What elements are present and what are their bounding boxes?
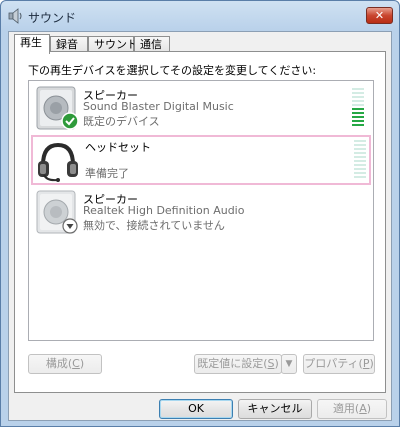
meter-bar [352, 108, 364, 110]
meter-bar [352, 112, 364, 114]
device-driver: Realtek High Definition Audio [83, 204, 245, 217]
default-check-icon [61, 112, 79, 130]
disabled-down-icon [62, 218, 78, 234]
meter-bar [354, 144, 366, 146]
meter-bar [354, 168, 366, 170]
device-item-headset[interactable]: ヘッドセット 準備完了 [31, 135, 371, 185]
meter-bar [354, 176, 366, 178]
device-status: 既定のデバイス [83, 115, 160, 128]
device-item-realtek-speaker[interactable]: スピーカー Realtek High Definition Audio 無効で、… [31, 187, 371, 237]
meter-bar [352, 92, 364, 94]
cancel-button[interactable]: キャンセル [238, 399, 312, 419]
device-name: ヘッドセット [85, 141, 151, 154]
device-driver: Sound Blaster Digital Music [83, 100, 234, 113]
meter-bar [352, 124, 364, 126]
headset-icon [38, 142, 78, 182]
meter-bar [352, 88, 364, 90]
ok-button[interactable]: OK [159, 399, 233, 419]
tab-playback[interactable]: 再生 [14, 34, 50, 54]
title-bar[interactable]: サウンド ✕ [1, 1, 399, 31]
meter-bar [354, 152, 366, 154]
device-list[interactable]: スピーカー Sound Blaster Digital Music 既定のデバイ… [28, 80, 374, 341]
meter-bar [354, 148, 366, 150]
device-status: 準備完了 [85, 167, 129, 180]
device-status: 無効で、接続されていません [83, 219, 225, 232]
set-default-dropdown-button[interactable]: ▼ [281, 354, 297, 374]
volume-meter [352, 88, 364, 128]
speaker-icon [36, 86, 79, 130]
device-item-sound-blaster-speaker[interactable]: スピーカー Sound Blaster Digital Music 既定のデバイ… [31, 83, 371, 133]
playback-tab-panel: 下の再生デバイスを選択してその設定を変更してください: スピーカー Sound … [14, 51, 386, 393]
apply-button[interactable]: 適用(A) [317, 399, 387, 419]
set-default-button[interactable]: 既定値に設定(S) [194, 354, 282, 374]
meter-bar [354, 160, 366, 162]
speaker-app-icon [8, 8, 22, 24]
meter-bar [352, 104, 364, 106]
instruction-text: 下の再生デバイスを選択してその設定を変更してください: [28, 64, 317, 77]
meter-bar [354, 156, 366, 158]
meter-bar [354, 164, 366, 166]
meter-bar [354, 172, 366, 174]
speaker-icon [36, 190, 78, 234]
dialog-client-area: 再生 録音 サウンド 通信 下の再生デバイスを選択してその設定を変更してください… [8, 31, 392, 421]
chevron-down-icon: ▼ [285, 359, 293, 369]
volume-meter [354, 140, 366, 180]
meter-bar [354, 140, 366, 142]
configure-button[interactable]: 構成(C) [28, 354, 102, 374]
sound-dialog-window: サウンド ✕ 再生 録音 サウンド 通信 下の再生デバイスを選択してその設定を変… [0, 0, 400, 427]
properties-button[interactable]: プロパティ(P) [303, 354, 375, 374]
meter-bar [352, 120, 364, 122]
meter-bar [352, 100, 364, 102]
close-button[interactable]: ✕ [366, 7, 393, 24]
meter-bar [352, 116, 364, 118]
window-title: サウンド [28, 11, 77, 25]
meter-bar [352, 96, 364, 98]
